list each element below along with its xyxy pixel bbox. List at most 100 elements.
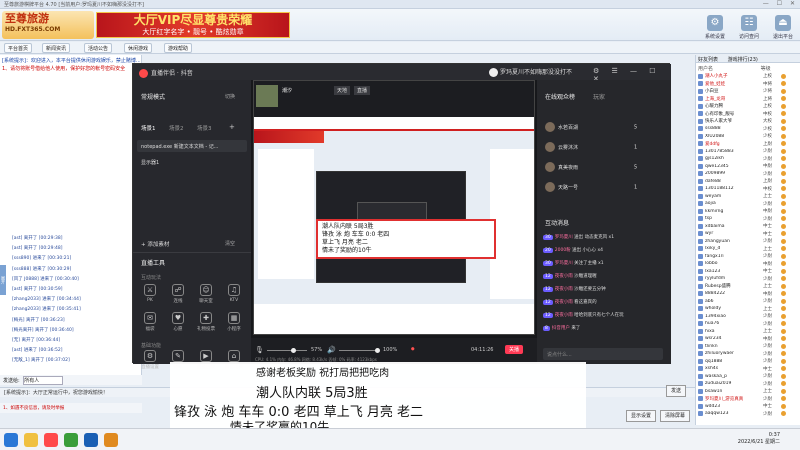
speaker-icon[interactable]: 🔊 bbox=[327, 346, 336, 354]
tool-2-1[interactable]: ✉ 福袋 bbox=[139, 312, 161, 332]
user-row[interactable]: qwe12345 中尉 bbox=[698, 163, 798, 170]
user-row[interactable]: xdbaima 中士 bbox=[698, 223, 798, 230]
chat-user[interactable]: 2000粉 bbox=[555, 248, 571, 253]
vip-advert[interactable]: 大厅VIP尽显尊贵荣耀 大厅红字名字 • 靓号 • 酷炫勋章 bbox=[96, 12, 290, 38]
user-row[interactable]: xsh4s 中士 bbox=[698, 366, 798, 373]
chat-user[interactable]: 夜夜小雨 bbox=[555, 313, 573, 318]
user-row[interactable]: 2009899 少尉 bbox=[698, 171, 798, 178]
tool-2-4[interactable]: ▦ 小程序 bbox=[223, 312, 245, 332]
tab-notice[interactable]: 活动公告 bbox=[84, 43, 113, 53]
user-row[interactable]: 心暖力腾 上校 bbox=[698, 103, 798, 110]
user-row[interactable]: wholdy 上士 bbox=[698, 306, 798, 313]
mic-icon[interactable]: 🎙 bbox=[255, 346, 264, 354]
tool-1-1[interactable]: ⚔ PK bbox=[139, 284, 161, 303]
browser-icon[interactable] bbox=[84, 433, 98, 447]
end-live-button[interactable]: 关播 bbox=[505, 345, 524, 354]
mic-volume-knob[interactable] bbox=[291, 348, 296, 353]
tab-friends[interactable]: 好友列表 bbox=[698, 57, 718, 63]
user-row[interactable]: 潮人小丸子 上校 bbox=[698, 73, 798, 80]
user-row[interactable]: 1301785883 少尉 bbox=[698, 148, 798, 155]
user-row[interactable]: fangx1ri 少尉 bbox=[698, 253, 798, 260]
send-target-select[interactable]: 所有人 bbox=[23, 376, 64, 385]
exit-button[interactable]: ⏏ 退出平台 bbox=[768, 15, 798, 40]
user-row[interactable]: weyam 上士 bbox=[698, 193, 798, 200]
user-row[interactable]: zhiluorywaer 少尉 bbox=[698, 351, 798, 358]
user-row[interactable]: waskaa_p 少尉 bbox=[698, 373, 798, 380]
mic-volume-slider[interactable] bbox=[267, 350, 307, 351]
start-icon[interactable] bbox=[4, 433, 18, 447]
user-row[interactable]: sss888 少校 bbox=[698, 126, 798, 133]
user-row[interactable]: aojia 少尉 bbox=[698, 201, 798, 208]
tool-1-4[interactable]: ♫ KTV bbox=[223, 284, 245, 303]
add-source-button[interactable]: + 添加素材 bbox=[141, 240, 169, 248]
user-row[interactable]: dafe88 上尉 bbox=[698, 178, 798, 185]
user-row[interactable]: ab6 少尉 bbox=[698, 298, 798, 305]
chat-input[interactable]: 说点什么... bbox=[543, 348, 663, 360]
scene-tab-3[interactable]: 场景3 bbox=[197, 124, 212, 132]
chat-user[interactable]: 夜夜小雨 bbox=[555, 300, 573, 305]
tab-help[interactable]: 游戏帮助 bbox=[164, 43, 193, 53]
user-row[interactable]: 1394xiao 少尉 bbox=[698, 313, 798, 320]
record-icon[interactable]: ⏺ bbox=[411, 345, 415, 354]
user-row[interactable]: 快乐人家大爷 大校 bbox=[698, 118, 798, 125]
system-clock[interactable]: 0:37 2022/6/21 星期二 bbox=[738, 432, 780, 446]
display-settings-button[interactable]: 显示设置 bbox=[626, 410, 656, 422]
user-row[interactable]: wyr 中士 bbox=[698, 231, 798, 238]
user-row[interactable]: wsr234 中尉 bbox=[698, 336, 798, 343]
audience-row[interactable]: 水若百湖 5 bbox=[545, 122, 663, 136]
user-row[interactable]: XIU2088 少校 bbox=[698, 133, 798, 140]
user-row[interactable]: ryylufdm 少尉 bbox=[698, 276, 798, 283]
tab-games[interactable]: 休闲游戏 bbox=[124, 43, 153, 53]
chat-user[interactable]: 夜夜小雨 bbox=[555, 287, 573, 292]
audience-row[interactable]: 天路一号 1 bbox=[545, 182, 663, 196]
user-row[interactable]: lxa123 中士 bbox=[698, 268, 798, 275]
live-user[interactable]: 罗玛夏川不如嗨那没没打不 bbox=[489, 67, 572, 77]
game-app-icon[interactable] bbox=[64, 433, 78, 447]
user-row[interactable]: gjs12ikh 少尉 bbox=[698, 156, 798, 163]
user-row[interactable]: 上海_龙哥 上将 bbox=[698, 96, 798, 103]
user-row[interactable]: lxiky_d 上士 bbox=[698, 246, 798, 253]
user-row[interactable]: 心有印象_靓号 中校 bbox=[698, 111, 798, 118]
audience-row[interactable]: 云雾沐沐 1 bbox=[545, 142, 663, 156]
live-app-icon[interactable] bbox=[44, 433, 58, 447]
user-row[interactable]: hua76 少尉 bbox=[698, 321, 798, 328]
source-notepad[interactable]: notepad.exe 新建文本文档 - 记... bbox=[137, 140, 247, 152]
tool-2-2[interactable]: ♥ 心愿 bbox=[167, 312, 189, 332]
side-collapse-tab[interactable]: 展开 bbox=[0, 265, 6, 295]
speaker-volume-slider[interactable] bbox=[339, 350, 379, 351]
chat-user[interactable]: 罗玛夏川 bbox=[555, 261, 573, 266]
user-row[interactable]: 8884222 中尉 bbox=[698, 291, 798, 298]
tool-3-1[interactable]: ⚙ 直播设置 bbox=[139, 350, 161, 370]
source-display[interactable]: 显示器1 bbox=[137, 156, 247, 168]
tab-home[interactable]: 平台首页 bbox=[4, 43, 33, 53]
user-row[interactable]: lobbo 中尉 bbox=[698, 261, 798, 268]
user-row[interactable]: aaqqw123 少尉 bbox=[698, 411, 798, 418]
user-row[interactable]: hixa 上士 bbox=[698, 328, 798, 335]
user-row[interactable]: zuduai2019 少尉 bbox=[698, 381, 798, 388]
add-scene-icon[interactable]: + bbox=[229, 123, 235, 131]
send-button[interactable]: 发送 bbox=[666, 385, 686, 397]
user-row[interactable]: 爱ddfg 上尉 bbox=[698, 141, 798, 148]
scene-tab-2[interactable]: 场景2 bbox=[169, 124, 184, 132]
chat-user[interactable]: 罗玛夏川 bbox=[555, 235, 573, 240]
user-row[interactable]: 1301188112 中校 bbox=[698, 186, 798, 193]
tool-2-3[interactable]: ✚ 礼物投票 bbox=[195, 312, 217, 332]
mode-switch-button[interactable]: 切换 bbox=[225, 93, 235, 100]
platform-app-icon[interactable] bbox=[104, 433, 118, 447]
chat-user[interactable]: 抖音用户 bbox=[552, 326, 570, 331]
folder-icon[interactable] bbox=[24, 433, 38, 447]
user-row[interactable]: 罗玛夏川_游览真真 少尉 bbox=[698, 396, 798, 403]
user-row[interactable]: tlinkn 少尉 bbox=[698, 343, 798, 350]
chat-user[interactable]: 夜夜小雨 bbox=[555, 274, 573, 279]
players-tab[interactable]: 玩家 bbox=[593, 92, 605, 101]
user-row[interactable]: qq1888 少尉 bbox=[698, 358, 798, 365]
tab-news[interactable]: 新闻资讯 bbox=[42, 43, 71, 53]
window-controls[interactable]: — ☐ ✕ bbox=[763, 0, 798, 7]
audience-row[interactable]: 真美夜雨 5 bbox=[545, 162, 663, 176]
user-row[interactable]: 爱他_娃娃 中将 bbox=[698, 81, 798, 88]
tool-1-2[interactable]: ☍ 连线 bbox=[167, 284, 189, 304]
user-row[interactable]: Rubesp盛腾 上士 bbox=[698, 283, 798, 290]
settings-button[interactable]: ⚙ 系统设置 bbox=[700, 15, 730, 40]
clear-sources-button[interactable]: 清空 bbox=[225, 240, 235, 247]
user-row[interactable]: wdd23 中士 bbox=[698, 403, 798, 410]
